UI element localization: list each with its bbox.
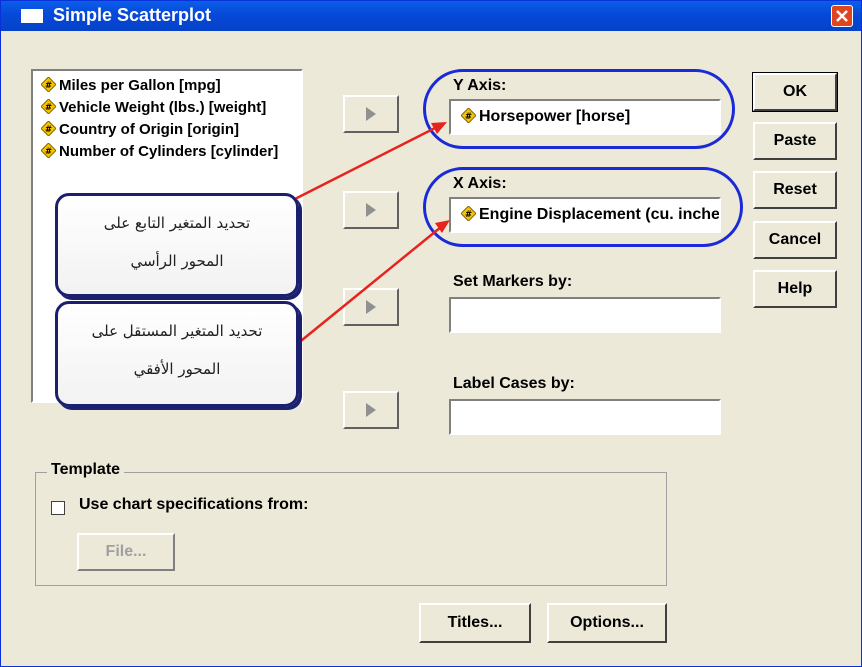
arrow-to-y-axis bbox=[290, 125, 438, 203]
callout-line: المحور الأفقي bbox=[133, 360, 221, 378]
dialog-window: Simple Scatterplot # Miles per Gallon [mp… bbox=[0, 0, 862, 667]
callout-line: تحديد المتغير المستقل على bbox=[91, 322, 263, 340]
dependent-variable-callout: تحديد المتغير التابع على المحور الرأسي bbox=[55, 193, 299, 297]
independent-variable-callout: تحديد المتغير المستقل على المحور الأفقي bbox=[55, 301, 299, 407]
callout-line: تحديد المتغير التابع على bbox=[103, 214, 251, 232]
callout-line: المحور الرأسي bbox=[130, 252, 224, 270]
arrow-to-x-axis bbox=[290, 226, 442, 350]
